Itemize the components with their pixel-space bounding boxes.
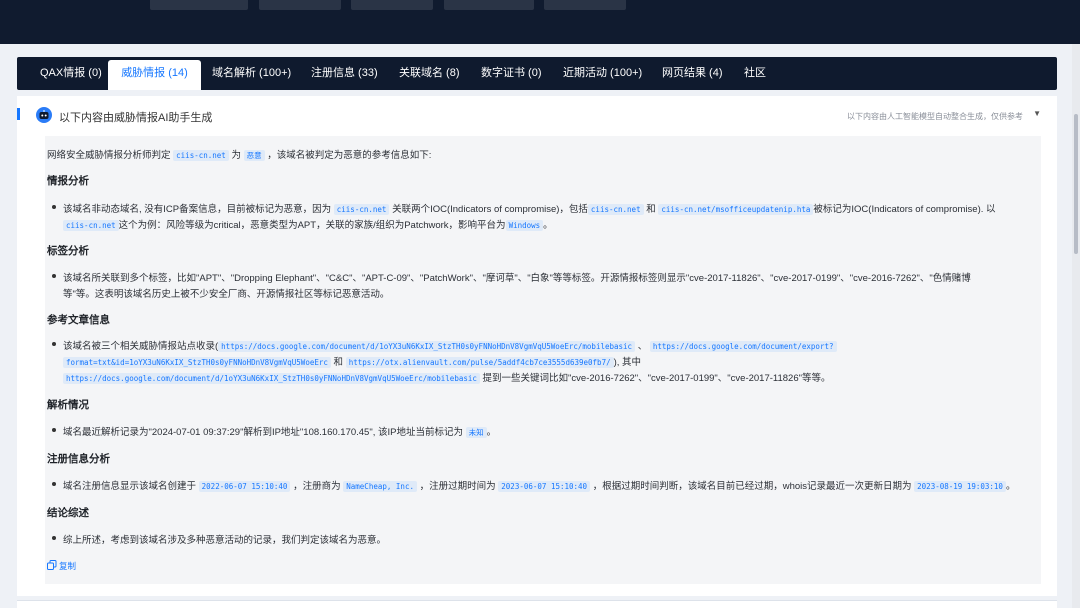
tab-qax-intel[interactable]: QAX情报 (0) <box>40 57 102 90</box>
intel-tab-bar: QAX情报 (0) 威胁情报 (14) 域名解析 (100+) 注册信息 (33… <box>17 57 1057 90</box>
robot-icon <box>36 107 52 123</box>
tab-related-domains[interactable]: 关联域名 (8) <box>399 57 460 90</box>
panel-title: 以下内容由威胁情报AI助手生成 <box>59 112 213 124</box>
section-accent <box>17 108 20 120</box>
reference-link[interactable]: https://docs.google.com/document/d/1oYX3… <box>63 373 480 384</box>
intro-line: 网络安全威胁情报分析师判定 ciis-cn.net 为 恶意 ，该域名被判定为恶… <box>47 150 432 161</box>
verdict-tag: 恶意 <box>243 150 265 161</box>
conclusion-line: 综上所述，考虑到该域名涉及多种恶意活动的记录，我们判定该域名为恶意。 <box>63 535 387 546</box>
section-conclusion: 结论综述 <box>47 507 89 519</box>
intel-analysis-line-1: 该域名非动态域名, 没有ICP备案信息，目前被标记为恶意，因为 ciis-cn.… <box>63 204 996 215</box>
nav-placeholder[interactable] <box>150 0 248 10</box>
reference-link[interactable]: https://otx.alienvault.com/pulse/5addf4c… <box>345 357 614 368</box>
tab-certificates[interactable]: 数字证书 (0) <box>481 57 542 90</box>
tab-registration-info[interactable]: 注册信息 (33) <box>311 57 378 90</box>
nav-placeholder[interactable] <box>351 0 433 10</box>
section-registration: 注册信息分析 <box>47 453 110 465</box>
reference-link[interactable]: https://docs.google.com/document/d/1oYX3… <box>218 341 636 352</box>
tab-community[interactable]: 社区 <box>744 57 766 90</box>
registration-line: 域名注册信息显示该域名创建于 2022-06-07 15:10:40 ，注册商为… <box>63 481 1016 492</box>
tab-threat-intel[interactable]: 威胁情报 (14) <box>108 60 201 90</box>
copy-icon <box>47 560 57 570</box>
copy-button[interactable]: 复制 <box>47 560 76 572</box>
ai-summary-content: 网络安全威胁情报分析师判定 ciis-cn.net 为 恶意 ，该域名被判定为恶… <box>45 136 1041 584</box>
page-scrollbar[interactable] <box>1072 44 1080 608</box>
scrollbar-thumb[interactable] <box>1074 114 1078 254</box>
nav-placeholder[interactable] <box>444 0 534 10</box>
top-navigation-bar <box>0 0 1080 44</box>
collapse-caret-icon[interactable]: ▼ <box>1033 109 1041 118</box>
next-card <box>17 600 1057 608</box>
section-resolution: 解析情况 <box>47 399 89 411</box>
tag-analysis-line-2: 等"等。这表明该域名历史上被不少安全厂商、开源情报社区等标记恶意活动。 <box>63 289 390 300</box>
intel-analysis-line-2: ciis-cn.net 这个为例：风险等级为critical，恶意类型为APT，关… <box>45 217 1041 231</box>
reference-line-3: https://docs.google.com/document/d/1oYX3… <box>45 370 1041 384</box>
ai-disclaimer: 以下内容由人工智能模型自动整合生成，仅供参考 <box>847 112 1023 121</box>
reference-line-1: 该域名被三个相关威胁情报站点收录(https://docs.google.com… <box>45 338 1041 352</box>
tag-analysis-line-1: 该域名所关联到多个标签，比如"APT"、"Dropping Elephant"、… <box>63 273 971 284</box>
nav-placeholder[interactable] <box>259 0 341 10</box>
reference-link[interactable]: https://docs.google.com/document/export? <box>649 341 837 352</box>
tab-web-results[interactable]: 网页结果 (4) <box>662 57 723 90</box>
tab-dns-resolution[interactable]: 域名解析 (100+) <box>212 57 291 90</box>
panel-header[interactable]: 以下内容由威胁情报AI助手生成 以下内容由人工智能模型自动整合生成，仅供参考 ▼ <box>17 96 1057 132</box>
reference-line-2: format=txt&id=1oYX3uN6KxIX_StzTH0s0yFNNo… <box>45 354 1041 368</box>
resolution-line: 域名最近解析记录为"2024-07-01 09:37:29"解析到IP地址"10… <box>63 427 497 438</box>
nav-placeholder[interactable] <box>544 0 626 10</box>
section-intel-analysis: 情报分析 <box>47 175 89 187</box>
reference-link[interactable]: format=txt&id=1oYX3uN6KxIX_StzTH0s0yFNNo… <box>63 357 331 368</box>
tab-recent-activity[interactable]: 近期活动 (100+) <box>563 57 642 90</box>
section-tag-analysis: 标签分析 <box>47 245 89 257</box>
ai-summary-panel: 以下内容由威胁情报AI助手生成 以下内容由人工智能模型自动整合生成，仅供参考 ▼… <box>17 96 1057 596</box>
section-reference-articles: 参考文章信息 <box>47 314 110 326</box>
domain-tag: ciis-cn.net <box>173 150 229 161</box>
